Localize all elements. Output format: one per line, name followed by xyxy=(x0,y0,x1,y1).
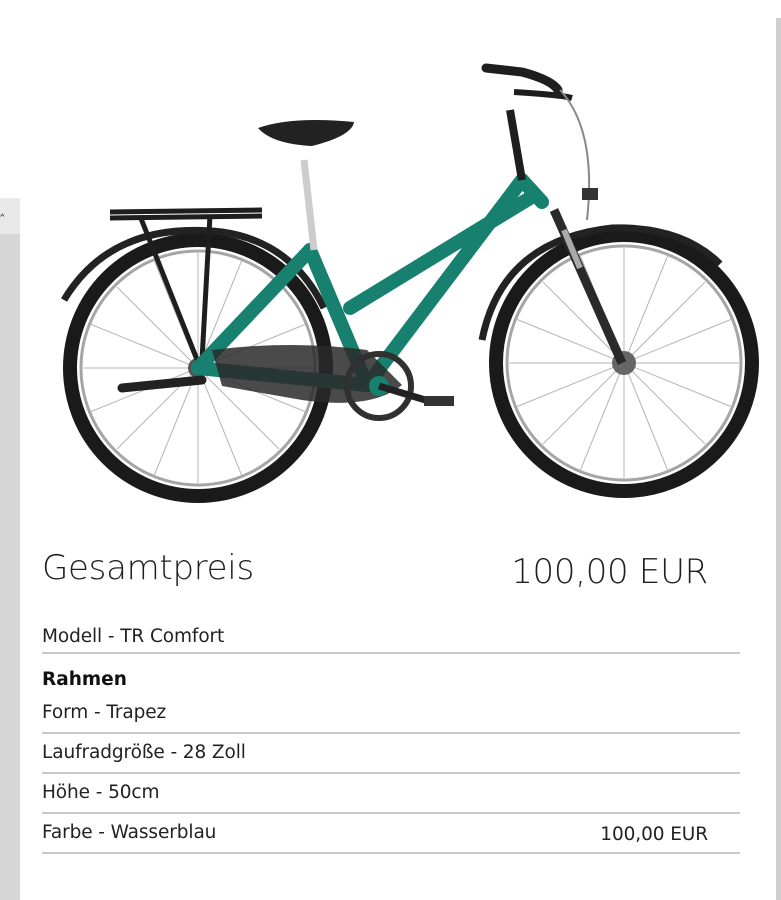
model-label: Modell - TR Comfort xyxy=(42,626,225,647)
option-line-form: Form - Trapez xyxy=(42,694,740,734)
option-label-form: Form - Trapez xyxy=(42,702,167,723)
model-line: Modell - TR Comfort xyxy=(42,616,740,654)
option-label-color: Farbe - Wasserblau xyxy=(42,822,217,843)
option-label-wheel-size: Laufradgröße - 28 Zoll xyxy=(42,742,246,763)
option-label-height: Höhe - 50cm xyxy=(42,782,160,803)
option-price-color: 100,00 EUR xyxy=(600,824,708,845)
option-line-color: Farbe - Wasserblau 100,00 EUR xyxy=(42,814,740,854)
chevron-up-icon[interactable]: ‸ xyxy=(0,202,12,216)
price-summary: Gesamtpreis 100,00 EUR Modell - TR Comfo… xyxy=(42,540,740,854)
left-scroll-rail[interactable] xyxy=(0,198,20,900)
total-row: Gesamtpreis 100,00 EUR xyxy=(42,540,740,610)
bike-product-image xyxy=(52,50,764,510)
front-wheel xyxy=(489,228,759,498)
option-line-wheel-size: Laufradgröße - 28 Zoll xyxy=(42,734,740,774)
total-label: Gesamtpreis xyxy=(42,548,254,588)
total-price: 100,00 EUR xyxy=(511,552,708,592)
section-heading-rahmen: Rahmen xyxy=(42,669,127,690)
option-line-height: Höhe - 50cm xyxy=(42,774,740,814)
right-scrollbar[interactable] xyxy=(776,18,781,900)
